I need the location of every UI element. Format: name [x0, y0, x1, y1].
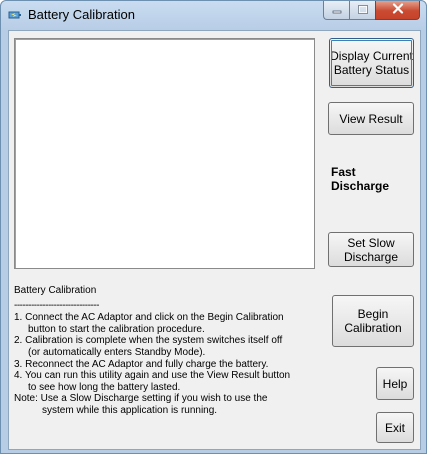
battery-calibration-window: Battery Calibration Display Current Batt… — [0, 0, 427, 454]
maximize-button[interactable] — [349, 1, 375, 20]
instructions-divider: ------------------------------ — [14, 299, 99, 311]
instructions-heading: Battery Calibration — [14, 285, 97, 296]
instruction-line: 1. Connect the AC Adaptor and click on t… — [14, 312, 284, 324]
instruction-line: 4. You can run this utility again and us… — [14, 370, 291, 382]
help-button[interactable]: Help — [376, 367, 414, 400]
view-result-button[interactable]: View Result — [328, 102, 414, 135]
instruction-line: to see how long the battery lasted. — [28, 381, 181, 393]
instruction-line: 2. Calibration is complete when the syst… — [14, 335, 283, 347]
battery-app-icon — [8, 9, 22, 21]
client-area: Display Current Battery Status View Resu… — [8, 30, 421, 450]
minimize-icon — [332, 3, 342, 17]
minimize-button[interactable] — [323, 1, 349, 20]
exit-button[interactable]: Exit — [376, 412, 414, 443]
window-title: Battery Calibration — [28, 7, 135, 22]
maximize-icon — [357, 3, 368, 17]
set-slow-discharge-button[interactable]: Set Slow Discharge — [328, 232, 414, 267]
instruction-note-line: Note: Use a Slow Discharge setting if yo… — [14, 393, 268, 405]
instruction-line: button to start the calibration procedur… — [28, 323, 205, 335]
instructions-text: Battery Calibration --------------------… — [14, 285, 319, 417]
status-output-box[interactable] — [14, 38, 315, 269]
begin-calibration-button[interactable]: Begin Calibration — [332, 295, 414, 347]
display-current-battery-status-button[interactable]: Display Current Battery Status — [329, 38, 414, 88]
discharge-mode-label: Fast Discharge — [331, 165, 390, 193]
close-icon — [392, 3, 404, 17]
instruction-line: (or automatically enters Standby Mode). — [28, 346, 206, 358]
instruction-note-line: system while this application is running… — [42, 404, 218, 416]
caption-buttons — [323, 1, 420, 21]
close-button[interactable] — [375, 1, 420, 20]
title-bar[interactable]: Battery Calibration — [1, 1, 426, 29]
instruction-line: 3. Reconnect the AC Adaptor and fully ch… — [14, 358, 269, 370]
